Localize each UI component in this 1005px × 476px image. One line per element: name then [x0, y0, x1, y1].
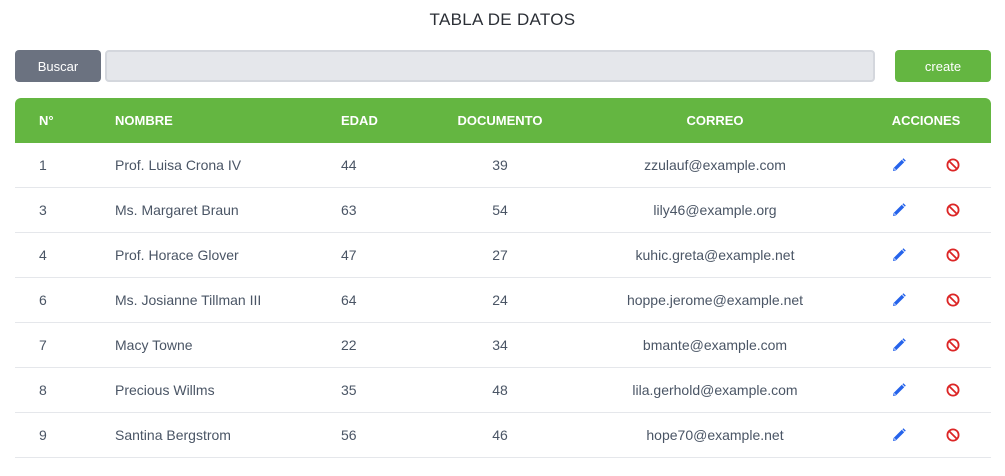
cell-email: hope70@example.net: [569, 412, 861, 458]
ban-icon[interactable]: [945, 247, 961, 263]
pencil-icon[interactable]: [891, 157, 907, 173]
table-row: 6 Ms. Josianne Tillman III 64 24 hoppe.j…: [15, 277, 991, 323]
ban-icon[interactable]: [945, 157, 961, 173]
cell-name: Ms. Josianne Tillman III: [115, 277, 341, 323]
ban-icon[interactable]: [945, 382, 961, 398]
table-row: 1 Prof. Luisa Crona IV 44 39 zzulauf@exa…: [15, 143, 991, 188]
pencil-icon[interactable]: [891, 202, 907, 218]
cell-email: hoppe.jerome@example.net: [569, 277, 861, 323]
ban-icon[interactable]: [945, 202, 961, 218]
page-title: TABLA DE DATOS: [429, 10, 576, 29]
cell-name: Santina Bergstrom: [115, 412, 341, 458]
cell-document: 27: [431, 232, 569, 278]
cell-actions: [861, 187, 991, 233]
table-row: 3 Ms. Margaret Braun 63 54 lily46@exampl…: [15, 187, 991, 233]
cell-age: 64: [341, 277, 431, 323]
data-table: N° NOMBRE EDAD DOCUMENTO CORREO ACCIONES…: [15, 98, 991, 458]
cell-name: Prof. Horace Glover: [115, 232, 341, 278]
cell-document: 54: [431, 187, 569, 233]
cell-name: Prof. Luisa Crona IV: [115, 143, 341, 188]
create-button[interactable]: create: [895, 50, 991, 82]
cell-document: 24: [431, 277, 569, 323]
cell-email: kuhic.greta@example.net: [569, 232, 861, 278]
header-name: NOMBRE: [115, 113, 173, 128]
cell-document: 34: [431, 322, 569, 368]
cell-num: 9: [15, 412, 115, 458]
header-age: EDAD: [341, 113, 378, 128]
cell-actions: [861, 322, 991, 368]
header-num: N°: [39, 113, 54, 128]
cell-name: Macy Towne: [115, 322, 341, 368]
cell-num: 7: [15, 322, 115, 368]
cell-num: 8: [15, 367, 115, 413]
pencil-icon[interactable]: [891, 427, 907, 443]
search-button[interactable]: Buscar: [15, 50, 101, 82]
cell-age: 35: [341, 367, 431, 413]
cell-actions: [861, 367, 991, 413]
table-row: 9 Santina Bergstrom 56 46 hope70@example…: [15, 412, 991, 458]
table-row: 8 Precious Willms 35 48 lila.gerhold@exa…: [15, 367, 991, 413]
search-input[interactable]: [105, 50, 875, 82]
cell-age: 22: [341, 322, 431, 368]
cell-actions: [861, 412, 991, 458]
cell-num: 3: [15, 187, 115, 233]
cell-actions: [861, 277, 991, 323]
cell-document: 48: [431, 367, 569, 413]
table-header-row: N° NOMBRE EDAD DOCUMENTO CORREO ACCIONES: [15, 98, 991, 143]
cell-email: lila.gerhold@example.com: [569, 367, 861, 413]
cell-num: 1: [15, 143, 115, 188]
table-row: 4 Prof. Horace Glover 47 27 kuhic.greta@…: [15, 232, 991, 278]
table-row: 7 Macy Towne 22 34 bmante@example.com: [15, 322, 991, 368]
header-document: DOCUMENTO: [457, 113, 543, 128]
cell-age: 44: [341, 143, 431, 188]
cell-num: 4: [15, 232, 115, 278]
cell-name: Precious Willms: [115, 367, 341, 413]
cell-age: 56: [341, 412, 431, 458]
pencil-icon[interactable]: [891, 337, 907, 353]
cell-actions: [861, 143, 991, 188]
ban-icon[interactable]: [945, 337, 961, 353]
pencil-icon[interactable]: [891, 247, 907, 263]
cell-num: 6: [15, 277, 115, 323]
header-email: CORREO: [686, 113, 744, 128]
cell-email: zzulauf@example.com: [569, 143, 861, 188]
cell-document: 39: [431, 143, 569, 188]
cell-email: bmante@example.com: [569, 322, 861, 368]
cell-name: Ms. Margaret Braun: [115, 187, 341, 233]
cell-age: 63: [341, 187, 431, 233]
pencil-icon[interactable]: [891, 292, 907, 308]
ban-icon[interactable]: [945, 292, 961, 308]
pencil-icon[interactable]: [891, 382, 907, 398]
cell-document: 46: [431, 412, 569, 458]
cell-email: lily46@example.org: [569, 187, 861, 233]
cell-age: 47: [341, 232, 431, 278]
ban-icon[interactable]: [945, 427, 961, 443]
cell-actions: [861, 232, 991, 278]
header-actions: ACCIONES: [891, 113, 961, 128]
